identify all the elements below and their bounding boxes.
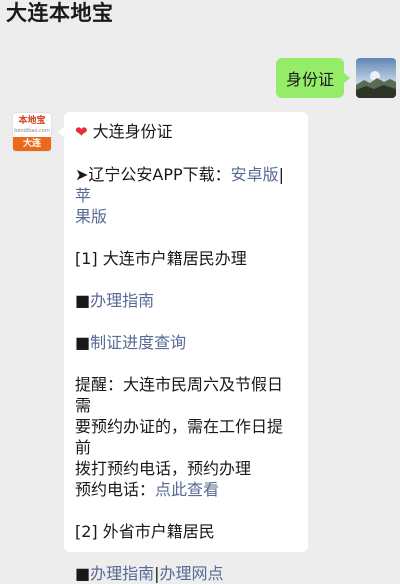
apple-download-link-continued[interactable]: 果版 [75,207,107,226]
reply-title: 大连身份证 [92,122,173,141]
guide-link-2[interactable]: 办理指南 [90,564,154,583]
app-download-line: ➤辽宁公安APP下载：安卓版| 苹 [75,164,298,206]
avatar-logo-domain: bendibao.com [14,128,50,134]
bullet-square: ■ [75,291,91,310]
outgoing-message-text: 身份证 [285,70,334,89]
avatar-city-label: 大连 [13,137,51,151]
reminder-line-2: 要预约办证的，需在工作日提前 [75,417,284,457]
reminder-line-1: 提醒：大连市民周六及节假日需 [75,375,284,415]
guide-outlet-line: ■办理指南|办理网点 [75,563,298,584]
reminder-line-3: 拨打预约电话，预约办理 [75,459,252,478]
app-download-label: ➤辽宁公安APP下载： [75,165,231,184]
link-separator: | [278,165,285,184]
reply-title-line: ❤ 大连身份证 [75,121,298,143]
user-avatar[interactable] [356,58,396,98]
phone-view-link[interactable]: 点此查看 [155,480,219,499]
outlet-link[interactable]: 办理网点 [160,564,224,583]
outgoing-message-bubble[interactable]: 身份证 [276,58,350,98]
progress-line: ■制证进度查询 [75,332,298,353]
heart-icon: ❤ [75,123,88,141]
page-title: 大连本地宝 [6,1,114,25]
phone-line: 预约电话：点此查看 [75,479,298,500]
phone-label: 预约电话： [75,480,156,499]
app-download-line-2: 果版 [75,206,298,227]
guide-link[interactable]: 办理指南 [90,291,154,310]
avatar-logo-text: 本地宝 [18,116,46,126]
progress-query-link[interactable]: 制证进度查询 [90,333,186,352]
section-dalian-residents: [1] 大连市户籍居民办理 [75,249,247,268]
android-download-link[interactable]: 安卓版 [231,165,279,184]
section-other-province: [2] 外省市户籍居民 [75,522,215,541]
reply-message-bubble: ❤ 大连身份证 ➤辽宁公安APP下载：安卓版| 苹 果版 [1] 大连市户籍居民办… [58,112,308,583]
bullet-square: ■ [75,333,91,352]
bendibao-avatar[interactable]: 本地宝 bendibao.com 大连 [12,112,52,152]
guide-line: ■办理指南 [75,290,298,311]
bullet-square: ■ [75,564,91,583]
mountain-photo-icon [356,58,396,98]
apple-download-link[interactable]: 苹 [75,186,91,205]
